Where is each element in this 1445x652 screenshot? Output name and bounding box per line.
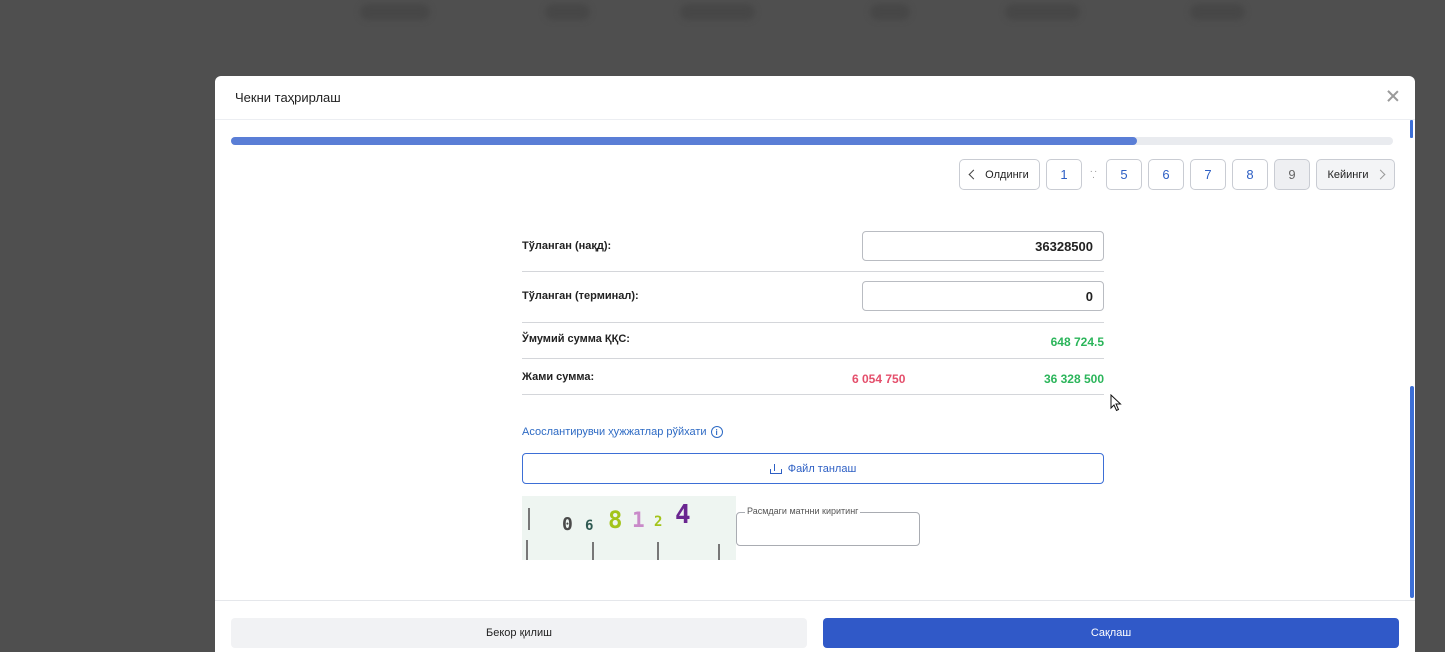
grand-total-row: Жами сумма: 6 054 750 36 328 500 bbox=[522, 359, 1104, 395]
payment-form: Тўланган (нақд): Тўланган (терминал): Ўм… bbox=[522, 228, 1104, 395]
chevron-left-icon bbox=[968, 169, 979, 180]
supporting-documents-label: Асослантирувчи ҳужжатлар рўйхати bbox=[522, 426, 707, 438]
chevron-right-icon bbox=[1375, 169, 1385, 180]
scrollbar[interactable] bbox=[1410, 120, 1414, 600]
upload-icon bbox=[769, 463, 782, 474]
modal-footer: Бекор қилиш Сақлаш bbox=[215, 600, 1415, 652]
page-button-5[interactable]: 5 bbox=[1106, 159, 1142, 190]
captcha-input-label: Расмдаги матнни киритинг bbox=[745, 506, 861, 516]
vat-total-label: Ўмумий сумма ҚҚС: bbox=[522, 333, 630, 345]
captcha-noise bbox=[528, 508, 530, 530]
captcha-noise bbox=[592, 542, 594, 560]
grand-total-red-value: 6 054 750 bbox=[852, 372, 906, 386]
vat-total-row: Ўмумий сумма ҚҚС: 648 724.5 bbox=[522, 323, 1104, 359]
page-button-6[interactable]: 6 bbox=[1148, 159, 1184, 190]
next-page-button[interactable]: Кейинги bbox=[1316, 159, 1395, 190]
captcha-char: 0 bbox=[562, 514, 573, 535]
captcha-char: 4 bbox=[675, 500, 691, 530]
supporting-documents-link[interactable]: Асослантирувчи ҳужжатлар рўйхати i bbox=[522, 426, 723, 438]
paid-terminal-label: Тўланган (терминал): bbox=[522, 290, 639, 302]
captcha-char: 6 bbox=[585, 518, 594, 534]
captcha-input-field[interactable]: Расмдаги матнни киритинг bbox=[736, 506, 920, 546]
grand-total-green-value: 36 328 500 bbox=[1043, 372, 1104, 386]
close-icon[interactable] bbox=[1385, 88, 1401, 104]
edit-receipt-modal: Чекни таҳрирлаш Олдинги 1 ·· · 5 6 7 8 9 … bbox=[215, 76, 1415, 652]
page-button-7[interactable]: 7 bbox=[1190, 159, 1226, 190]
paid-terminal-input[interactable] bbox=[862, 281, 1104, 311]
paid-cash-label: Тўланган (нақд): bbox=[522, 240, 612, 252]
page-button-9-active[interactable]: 9 bbox=[1274, 159, 1310, 190]
vat-total-value: 648 724.5 bbox=[1050, 335, 1104, 349]
scrollbar-thumb-top bbox=[1410, 120, 1413, 138]
choose-file-button[interactable]: Файл танлаш bbox=[522, 453, 1104, 484]
modal-title: Чекни таҳрирлаш bbox=[235, 90, 341, 105]
next-page-label: Кейинги bbox=[1327, 168, 1369, 181]
prev-page-label: Олдинги bbox=[985, 168, 1029, 181]
captcha-noise bbox=[526, 540, 528, 560]
captcha-image: 0 6 8 1 2 4 bbox=[522, 496, 736, 560]
grand-total-label: Жами сумма: bbox=[522, 371, 595, 383]
save-button[interactable]: Сақлаш bbox=[823, 618, 1399, 648]
progress-bar bbox=[231, 137, 1393, 145]
cancel-button[interactable]: Бекор қилиш bbox=[231, 618, 807, 648]
progress-bar-fill bbox=[231, 137, 1138, 145]
captcha-char: 8 bbox=[608, 506, 623, 534]
captcha-char: 2 bbox=[654, 514, 663, 530]
paid-cash-input[interactable] bbox=[862, 231, 1104, 261]
pagination: Олдинги 1 ·· · 5 6 7 8 9 Кейинги bbox=[959, 159, 1395, 190]
modal-header: Чекни таҳрирлаш bbox=[215, 76, 1415, 120]
paid-cash-row: Тўланган (нақд): bbox=[522, 228, 1104, 272]
choose-file-label: Файл танлаш bbox=[787, 462, 857, 475]
page-button-8[interactable]: 8 bbox=[1232, 159, 1268, 190]
page-button-1[interactable]: 1 bbox=[1046, 159, 1082, 190]
prev-page-button[interactable]: Олдинги bbox=[959, 159, 1040, 190]
info-icon[interactable]: i bbox=[710, 426, 723, 438]
scrollbar-thumb[interactable] bbox=[1410, 386, 1414, 598]
captcha-char: 1 bbox=[632, 508, 645, 532]
captcha-noise bbox=[718, 544, 720, 560]
paid-terminal-row: Тўланган (терминал): bbox=[522, 272, 1104, 323]
pagination-ellipsis: ·· · bbox=[1089, 165, 1099, 183]
mouse-cursor-icon bbox=[1110, 394, 1122, 412]
captcha-noise bbox=[657, 542, 659, 560]
